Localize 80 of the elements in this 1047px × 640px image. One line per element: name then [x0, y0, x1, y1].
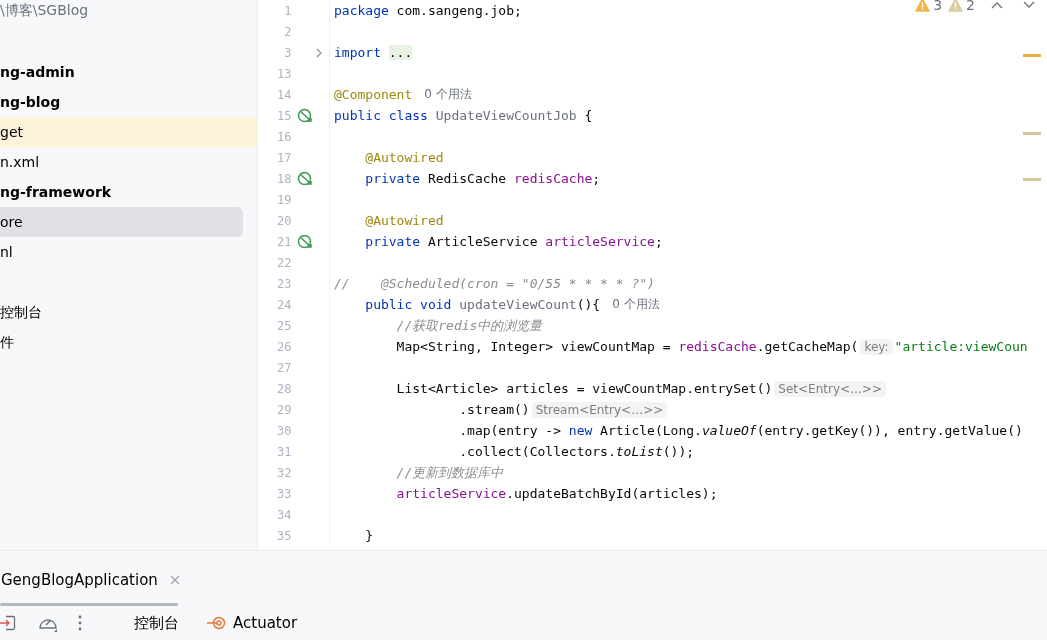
code-text: public void updateViewCount(){	[364, 297, 601, 312]
tool-tab[interactable]: 控制台	[126, 613, 187, 633]
warning-marker[interactable]	[1023, 178, 1041, 181]
code-text: "article:viewCoun	[894, 339, 1028, 354]
inlay-hint: Stream<Entry<…>>	[531, 401, 668, 418]
line-number: 31	[276, 444, 292, 459]
code-text: articleService.updateBatchById(articles);	[395, 486, 718, 501]
line-number: 2	[283, 24, 292, 39]
scrollbar-thumb[interactable]	[0, 603, 178, 606]
code-text: import ...	[334, 45, 413, 60]
code-text: private RedisCache redisCache;	[364, 171, 601, 186]
inlay-hint: Set<Entry<…>>	[774, 380, 887, 397]
code-text: @Component	[334, 87, 413, 102]
usages-hint[interactable]: 0 个用法	[424, 86, 472, 103]
bean-icon[interactable]	[296, 233, 313, 250]
line-number: 23	[276, 276, 292, 291]
line-number: 25	[276, 318, 292, 333]
project-path: \博客\SGBlog	[0, 1, 89, 20]
tree-item[interactable]: n.xml	[0, 147, 243, 177]
tree-item[interactable]: nl	[0, 237, 243, 267]
line-number: 27	[276, 360, 292, 375]
tree-item[interactable]: get	[0, 117, 258, 147]
inlay-hint: key:	[860, 338, 893, 355]
warning-count[interactable]: 3	[933, 0, 943, 13]
line-number: 34	[276, 507, 292, 522]
code-text: List<Article> articles = viewCountMap.entrySet()	[395, 381, 773, 396]
line-number: 17	[276, 150, 292, 165]
line-number: 35	[276, 528, 292, 543]
sign-in-icon[interactable]	[0, 615, 16, 631]
line-number: 18	[276, 171, 292, 186]
line-number: 20	[276, 213, 292, 228]
tool-tab[interactable]: Actuator	[199, 614, 306, 632]
line-number: 24	[276, 297, 292, 312]
warning-marker[interactable]	[1023, 132, 1041, 135]
line-number: 22	[276, 255, 292, 270]
warning-count[interactable]: 2	[966, 0, 975, 13]
line-number: 15	[276, 108, 292, 123]
line-number: 3	[283, 45, 292, 60]
bean-icon[interactable]	[296, 170, 313, 187]
actuator-icon	[207, 616, 227, 630]
line-number: 21	[276, 234, 292, 249]
line-number: 1	[283, 3, 292, 18]
code-text: .collect(Collectors.toList());	[458, 444, 695, 459]
tree-item[interactable]: ore	[0, 207, 243, 237]
line-number: 30	[276, 423, 292, 438]
line-number: 16	[276, 129, 292, 144]
tree-item[interactable]: ng-admin	[0, 57, 243, 87]
code-text: private ArticleService articleService;	[364, 234, 663, 249]
close-icon[interactable]	[169, 575, 180, 585]
code-text: @Autowired	[364, 150, 444, 165]
line-number: 29	[276, 402, 292, 417]
code-text: .stream()	[458, 402, 530, 417]
code-text: public class UpdateViewCountJob {	[334, 108, 593, 123]
line-number: 32	[276, 465, 292, 480]
warning-marker[interactable]	[1023, 54, 1041, 57]
bean-icon[interactable]	[296, 107, 313, 124]
more-icon[interactable]	[78, 615, 82, 631]
usages-hint[interactable]: 0 个用法	[612, 296, 660, 313]
code-text: .map(entry -> new Article(Long.valueOf(entry.getKey()), entry.getValue()	[458, 423, 1023, 438]
line-number: 13	[276, 66, 292, 81]
code-text: @Autowired	[364, 213, 444, 228]
chevron-down-icon[interactable]	[1023, 1, 1035, 9]
chevron-up-icon[interactable]	[991, 1, 1003, 9]
line-number: 19	[276, 192, 292, 207]
line-number: 26	[276, 339, 292, 354]
tree-item[interactable]: 控制台	[0, 297, 243, 327]
chevron-icon[interactable]	[314, 47, 323, 58]
code-text: Map<String, Integer> viewCountMap = redisCache.getCacheMap(	[395, 339, 859, 354]
code-text: //获取redis中的浏览量	[395, 316, 543, 335]
line-number: 14	[276, 87, 292, 102]
tree-item[interactable]: ng-blog	[0, 87, 243, 117]
tree-item[interactable]: ng-framework	[0, 177, 243, 207]
line-number: 33	[276, 486, 292, 501]
line-number: 28	[276, 381, 292, 396]
run-tab[interactable]: GengBlogApplication	[0, 571, 180, 589]
code-text: package com.sangeng.job;	[334, 3, 522, 18]
code-text: // @Scheduled(cron = "0/55 * * * * ?")	[334, 276, 655, 291]
code-text: }	[364, 528, 374, 543]
tree-item[interactable]: 件	[0, 327, 243, 357]
code-text: //更新到数据库中	[395, 463, 504, 482]
